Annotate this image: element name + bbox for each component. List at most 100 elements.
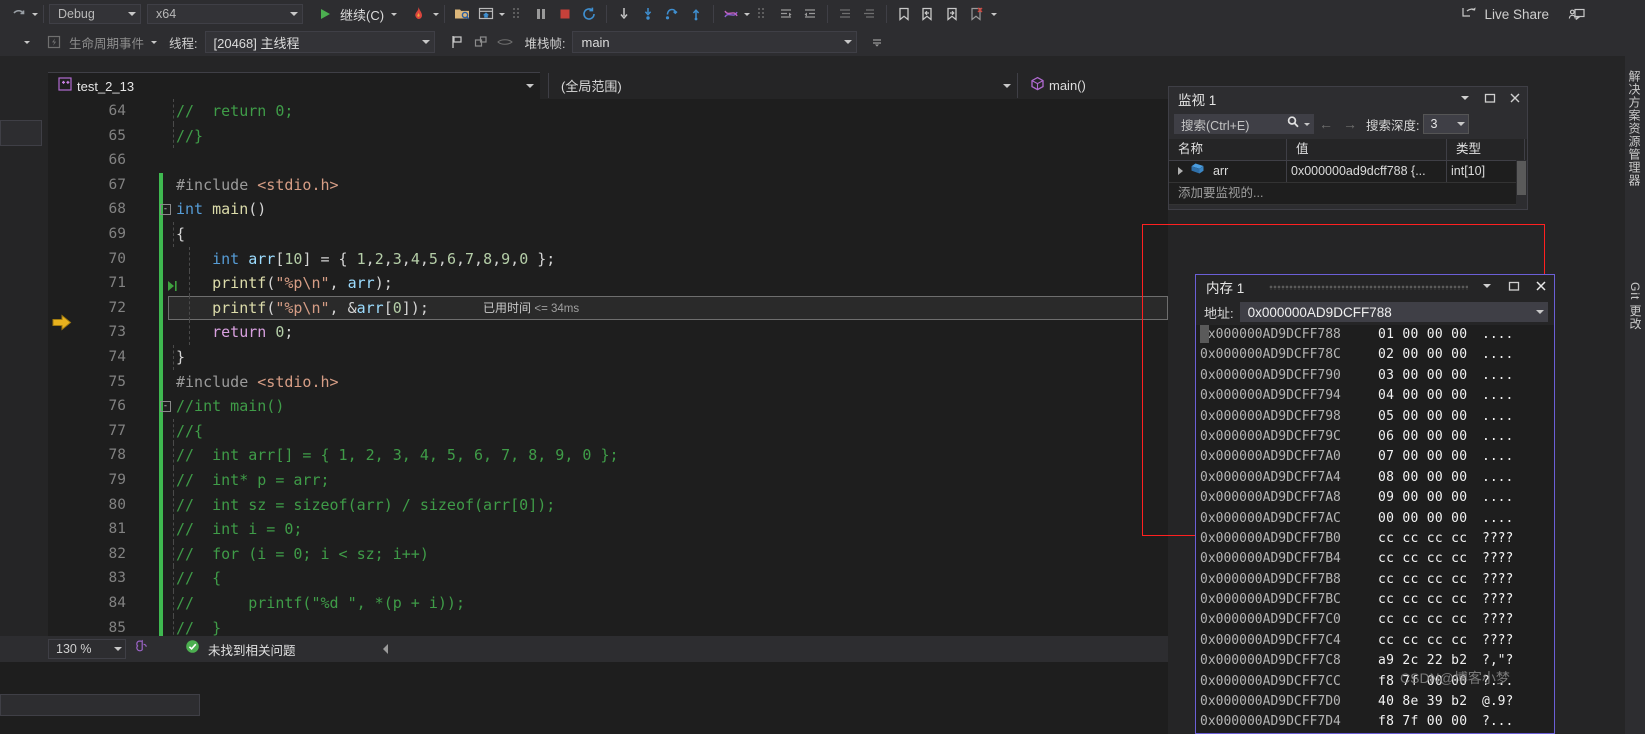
memory-hex-cell[interactable]: 02 00 00 00 bbox=[1378, 345, 1482, 365]
close-icon[interactable] bbox=[1533, 278, 1549, 294]
hot-reload-flame-icon[interactable] bbox=[406, 3, 430, 25]
memory-hex-cell[interactable]: cc cc cc cc bbox=[1378, 570, 1482, 590]
memory-row[interactable]: 0x000000AD9DCFF7B8 cc cc cc cc???? bbox=[1196, 570, 1554, 590]
comment-icon[interactable] bbox=[833, 3, 857, 25]
memory-hex-cell[interactable]: cc cc cc cc bbox=[1378, 610, 1482, 630]
outdent-icon[interactable] bbox=[798, 3, 822, 25]
memory-row[interactable]: 0x000000AD9DCFF7D4 f8 7f 00 00?... bbox=[1196, 712, 1554, 732]
window-menu-icon[interactable] bbox=[1479, 278, 1495, 294]
memory-hex-cell[interactable]: cc cc cc cc bbox=[1378, 590, 1482, 610]
memory-hex-cell[interactable]: 00 00 00 00 bbox=[1378, 509, 1482, 529]
lifecycle-events-icon[interactable] bbox=[42, 31, 66, 53]
thread-combo[interactable]: [20468] 主线程 bbox=[204, 31, 435, 53]
search-magnifier-icon[interactable] bbox=[1286, 115, 1300, 134]
toolbar-overflow-icon[interactable] bbox=[865, 31, 889, 53]
memory-row[interactable]: 0x000000AD9DCFF7A4 08 00 00 00.... bbox=[1196, 468, 1554, 488]
toolbar-overflow-icon[interactable] bbox=[505, 3, 529, 25]
memory-row[interactable]: 0x000000AD9DCFF798 05 00 00 00.... bbox=[1196, 407, 1554, 427]
chevron-down-icon[interactable] bbox=[1536, 310, 1544, 314]
watch-column-value[interactable]: 值 bbox=[1287, 139, 1447, 160]
code-line[interactable]: 75 #include <stdio.h> bbox=[48, 369, 1168, 395]
code-line[interactable]: 69 { bbox=[48, 222, 1168, 247]
watch-vertical-scrollbar[interactable] bbox=[1516, 160, 1527, 209]
watch-window[interactable]: 监视 1 搜索(Ctrl+E) ← → 搜索深度: 3 名称 值 类型 arr … bbox=[1168, 86, 1528, 210]
scrollbar-thumb[interactable] bbox=[1517, 161, 1526, 195]
git-changes-tab[interactable]: Git 更改 bbox=[1627, 282, 1644, 331]
memory-row[interactable]: 0x000000AD9DCFF7C4 cc cc cc cc???? bbox=[1196, 631, 1554, 651]
collapse-left-icon[interactable] bbox=[380, 642, 392, 661]
hot-reload-dropdown-icon[interactable] bbox=[433, 12, 440, 16]
next-bookmark-icon[interactable] bbox=[940, 3, 964, 25]
memory-row[interactable]: 0x000000AD9DCFF78C 02 00 00 00.... bbox=[1196, 345, 1554, 365]
platform-combo[interactable]: x64 bbox=[147, 4, 303, 24]
search-depth-combo[interactable]: 3 bbox=[1423, 114, 1470, 134]
arrow-left-icon[interactable]: ← bbox=[1314, 116, 1338, 132]
previous-bookmark-icon[interactable] bbox=[916, 3, 940, 25]
clear-bookmarks-icon[interactable] bbox=[964, 3, 988, 25]
member-value[interactable]: main() bbox=[1049, 78, 1086, 93]
memory-row[interactable]: 0x000000AD9DCFF79C 06 00 00 00.... bbox=[1196, 427, 1554, 447]
memory-address-input[interactable]: 0x000000AD9DCFF788 bbox=[1239, 302, 1548, 322]
home-window-icon[interactable] bbox=[474, 3, 498, 25]
code-line[interactable]: 66 bbox=[48, 148, 1168, 173]
zoom-level-combo[interactable]: 130 % bbox=[48, 639, 126, 659]
code-line[interactable]: 84 // printf("%d ", *(p + i)); bbox=[48, 591, 1168, 616]
maximize-icon[interactable] bbox=[1482, 90, 1498, 106]
chevron-down-icon[interactable] bbox=[1304, 122, 1310, 126]
step-over-icon[interactable] bbox=[636, 3, 660, 25]
step-out-icon[interactable] bbox=[660, 3, 684, 25]
memory-hex-cell[interactable]: 03 00 00 00 bbox=[1378, 366, 1482, 386]
code-line[interactable]: 76 -//int main() bbox=[48, 394, 1168, 419]
code-line[interactable]: 79 // int* p = arr; bbox=[48, 468, 1168, 493]
code-line[interactable]: 74} bbox=[48, 345, 1168, 370]
arrow-right-icon[interactable]: → bbox=[1338, 116, 1362, 132]
watch-column-name[interactable]: 名称 bbox=[1169, 139, 1287, 160]
code-line[interactable]: 73 return 0; bbox=[48, 320, 1168, 345]
undo-dropdown-icon[interactable] bbox=[32, 12, 38, 16]
show-next-statement-icon[interactable] bbox=[684, 3, 708, 25]
watch-search-input[interactable]: 搜索(Ctrl+E) bbox=[1174, 114, 1314, 134]
toolbar-options-icon[interactable] bbox=[24, 40, 30, 44]
code-line[interactable]: 72 printf("%p\n", &arr[0]); 已用时间 <= 34ms bbox=[48, 295, 1168, 321]
memory-hex-cell[interactable]: 40 8e 39 b2 bbox=[1378, 692, 1482, 712]
memory-hex-cell[interactable]: 07 00 00 00 bbox=[1378, 447, 1482, 467]
watch-tasks-icon[interactable] bbox=[493, 31, 517, 53]
memory-hex-cell[interactable]: 01 00 00 00 bbox=[1378, 325, 1482, 345]
pause-icon[interactable] bbox=[529, 3, 553, 25]
bookmarks-overflow-icon[interactable] bbox=[991, 12, 998, 16]
code-line[interactable]: 82 // for (i = 0; i < sz; i++) bbox=[48, 541, 1168, 567]
window-drag-grip[interactable] bbox=[1269, 285, 1468, 290]
memory-row[interactable]: 0x000000AD9DCFF7C0 cc cc cc cc???? bbox=[1196, 610, 1554, 630]
code-line[interactable]: 83 // { bbox=[48, 566, 1168, 591]
code-line[interactable]: 85 // } bbox=[48, 615, 1168, 636]
stack-frame-combo[interactable]: main bbox=[572, 31, 858, 53]
code-line[interactable]: 81 // int i = 0; bbox=[48, 517, 1168, 542]
lifecycle-events-label[interactable]: 生命周期事件 bbox=[69, 33, 144, 52]
maximize-icon[interactable] bbox=[1506, 278, 1522, 294]
threads-icon[interactable] bbox=[719, 3, 743, 25]
watch-row-value[interactable]: 0x000000ad9dcff788 {... bbox=[1287, 161, 1447, 182]
memory-hex-cell[interactable]: cc cc cc cc bbox=[1378, 549, 1482, 569]
configuration-combo[interactable]: Debug bbox=[49, 4, 141, 24]
browse-folder-icon[interactable] bbox=[450, 3, 474, 25]
code-line[interactable]: 80 // int sz = sizeof(arr) / sizeof(arr[0… bbox=[48, 492, 1168, 518]
step-into-icon[interactable] bbox=[612, 3, 636, 25]
continue-dropdown-icon[interactable] bbox=[391, 12, 398, 16]
memory-row[interactable]: 0x000000AD9DCFF7A0 07 00 00 00.... bbox=[1196, 447, 1554, 467]
toolbar-overflow-icon[interactable] bbox=[750, 3, 774, 25]
memory-row[interactable]: 0x000000AD9DCFF790 03 00 00 00.... bbox=[1196, 366, 1554, 386]
code-lines-container[interactable]: 64 // return 0; 65 //} 66 67 #include <stdio.h… bbox=[48, 99, 1168, 636]
watch-add-row[interactable]: 添加要监视的... bbox=[1169, 183, 1527, 205]
memory-hex-cell[interactable]: f8 7f 00 00 bbox=[1378, 712, 1482, 732]
uncomment-icon[interactable] bbox=[857, 3, 881, 25]
memory-hex-cell[interactable]: cc cc cc cc bbox=[1378, 529, 1482, 549]
editor-tab-test_2_13[interactable]: test_2_13 bbox=[48, 72, 540, 99]
account-feedback-icon[interactable] bbox=[1565, 4, 1589, 26]
memory-window[interactable]: 内存 1 地址: 0x000000AD9DCFF788 0x000000AD9D… bbox=[1195, 274, 1555, 734]
solution-explorer-tab[interactable]: 解决方案资源管理器 bbox=[1627, 70, 1643, 187]
indent-icon[interactable] bbox=[774, 3, 798, 25]
collapse-region-icon[interactable]: - bbox=[160, 400, 171, 412]
memory-row[interactable]: 0x000000AD9DCFF7D0 40 8e 39 b2 @.9? bbox=[1196, 692, 1554, 712]
continue-button-label[interactable]: 继续(C) bbox=[340, 5, 384, 24]
memory-row[interactable]: 0x000000AD9DCFF788 01 00 00 00.... bbox=[1196, 325, 1554, 345]
